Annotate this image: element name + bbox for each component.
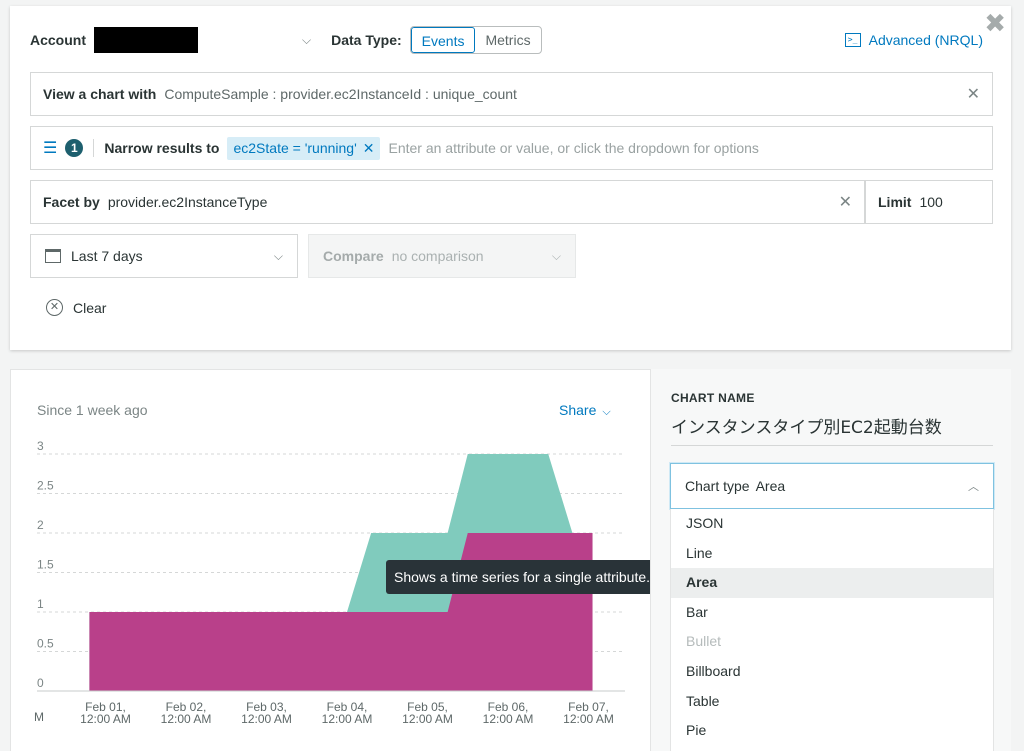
y-tick-label: 0	[37, 676, 44, 690]
chevron-down-icon: ⌵	[551, 248, 561, 263]
y-tick-label: 2	[37, 518, 44, 532]
y-tick-label: 1.5	[37, 558, 54, 572]
calendar-icon	[45, 249, 61, 263]
remove-filter-icon[interactable]: ✕	[363, 140, 375, 156]
data-type-metrics-button[interactable]: Metrics	[475, 27, 540, 53]
chart-name-label: CHART NAME	[671, 391, 755, 405]
circle-x-icon: ✕	[46, 299, 63, 316]
account-select-redacted[interactable]	[94, 27, 198, 53]
data-type-toggle: Events Metrics	[409, 26, 542, 54]
filter-icon[interactable]: ☰	[43, 138, 57, 158]
limit-value: 100	[919, 194, 943, 210]
menu-item-line[interactable]: Line	[671, 539, 993, 569]
x-tick-label: Feb 01, 12:00 AM	[80, 700, 131, 726]
advanced-nrql-label: Advanced (NRQL)	[868, 32, 983, 48]
query-builder-panel: ✖ Account ⌵ Data Type: Events Metrics >_…	[10, 6, 1011, 350]
menu-item-bullet: Bullet	[686, 633, 722, 650]
divider	[93, 139, 95, 157]
compare-select: Compare no comparison ⌵	[308, 234, 576, 278]
x-tick-label: Feb 06, 12:00 AM	[483, 700, 534, 726]
divider	[671, 445, 993, 446]
y-tick-label: 1	[37, 597, 44, 611]
view-chart-value: ComputeSample : provider.ec2InstanceId :…	[164, 86, 517, 102]
clear-facet-icon[interactable]: ✕	[839, 192, 852, 212]
facet-value: provider.ec2InstanceType	[107, 194, 268, 210]
view-chart-label: View a chart with	[43, 86, 157, 102]
x-tick-label: Feb 07, 12:00 AM	[563, 700, 614, 726]
share-button[interactable]: Share ⌵	[559, 402, 611, 419]
chart-type-tooltip: Shows a time series for a single attribu…	[386, 560, 666, 594]
clear-button[interactable]: ✕ Clear	[46, 299, 106, 316]
time-range-value: Last 7 days	[71, 248, 143, 264]
y-tick-label: 2.5	[37, 479, 54, 493]
time-range-caption: Since 1 week ago	[37, 402, 148, 418]
chart-type-menu: JSON Line Area Bar Bullet Billboard Tabl…	[670, 509, 994, 751]
data-type-label: Data Type:	[331, 32, 402, 48]
x-tick-label: Feb 03, 12:00 AM	[241, 700, 292, 726]
filter-count-badge: 1	[65, 139, 84, 157]
x-tick-label: Feb 02, 12:00 AM	[161, 700, 212, 726]
chart-name-input[interactable]: インスタンスタイプ別EC2起動台数	[671, 413, 942, 438]
facet-label: Facet by	[43, 194, 100, 210]
chart-type-select[interactable]: Chart type Area ︿	[670, 463, 994, 509]
y-tick-label: 0.5	[37, 637, 54, 651]
clear-label: Clear	[73, 299, 107, 316]
chevron-down-icon: ⌵	[273, 248, 283, 263]
data-type-events-button[interactable]: Events	[410, 27, 476, 53]
filter-input[interactable]: Enter an attribute or value, or click th…	[388, 140, 758, 156]
account-label: Account	[30, 32, 86, 48]
x-tick-label: M	[34, 710, 44, 724]
chevron-down-icon[interactable]: ⌵	[302, 33, 311, 48]
menu-item-bar[interactable]: Bar	[671, 598, 993, 628]
limit-label: Limit	[878, 194, 912, 210]
narrow-results-label: Narrow results to	[104, 140, 220, 156]
filter-chip[interactable]: ec2State = 'running' ✕	[227, 136, 381, 160]
view-chart-field[interactable]: View a chart with ComputeSample : provid…	[30, 72, 993, 116]
limit-field[interactable]: Limit 100	[865, 180, 993, 224]
chart-settings-panel: CHART NAME インスタンスタイプ別EC2起動台数 Chart type …	[650, 369, 1011, 751]
terminal-icon: >_	[844, 33, 861, 47]
narrow-results-field[interactable]: ☰ 1 Narrow results to ec2State = 'runnin…	[30, 126, 993, 170]
advanced-nrql-link[interactable]: >_ Advanced (NRQL)	[844, 32, 983, 48]
menu-item-table[interactable]: Table	[671, 687, 993, 717]
chevron-up-icon: ︿	[968, 481, 979, 493]
share-label: Share	[559, 402, 597, 418]
facet-field[interactable]: Facet by provider.ec2InstanceType ✕	[30, 180, 865, 224]
compare-value: no comparison	[391, 248, 484, 264]
menu-item-pie[interactable]: Pie	[671, 716, 993, 746]
chart-type-value: Area	[755, 478, 786, 494]
menu-item-billboard[interactable]: Billboard	[671, 657, 993, 687]
y-tick-label: 3	[37, 439, 44, 453]
time-range-select[interactable]: Last 7 days ⌵	[30, 234, 298, 278]
menu-item-area[interactable]: Area	[671, 568, 993, 598]
area-series-1[interactable]	[89, 533, 593, 691]
compare-label: Compare	[323, 248, 384, 264]
x-tick-label: Feb 04, 12:00 AM	[322, 700, 373, 726]
menu-item-json[interactable]: JSON	[671, 509, 993, 539]
filter-chip-text: ec2State = 'running'	[233, 139, 357, 156]
chevron-down-icon: ⌵	[602, 406, 611, 418]
chart-type-label: Chart type	[685, 478, 750, 494]
clear-view-chart-icon[interactable]: ✕	[967, 84, 980, 104]
x-tick-label: Feb 05, 12:00 AM	[402, 700, 453, 726]
